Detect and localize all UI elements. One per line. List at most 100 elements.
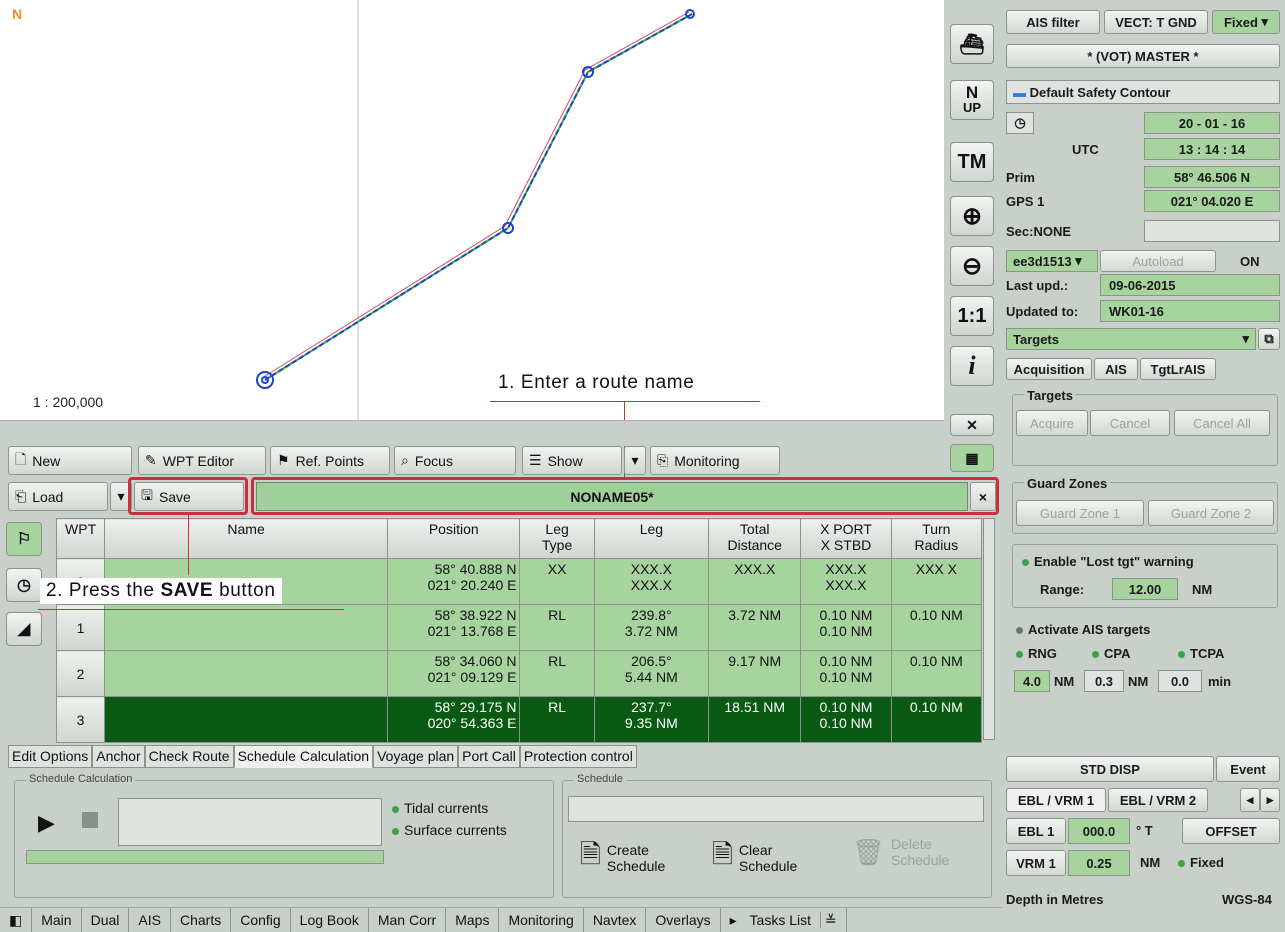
wpt-turn-radius[interactable]: 0.10 NM (890, 650, 983, 697)
std-disp-button[interactable]: STD DISP (1006, 756, 1214, 782)
zoom-out-icon[interactable]: ⊖ (950, 246, 994, 286)
activate-ais-toggle[interactable]: Activate AIS targets (1016, 622, 1150, 637)
clear-schedule-button[interactable]: 🗎 Clear Schedule (712, 836, 797, 880)
panel-toggle-icon[interactable]: ◧ (0, 907, 33, 932)
bottom-tab-man-corr[interactable]: Man Corr (369, 907, 447, 932)
tab-acquisition[interactable]: Acquisition (1006, 358, 1092, 380)
play-icon[interactable]: ▶ (38, 810, 55, 836)
fixed-dropdown[interactable]: Fixed ▾ (1212, 10, 1280, 34)
wpt-turn-radius[interactable]: 0.10 NM (890, 604, 983, 651)
delete-schedule-button[interactable]: 🗑 Delete Schedule (852, 836, 949, 868)
clock-icon[interactable]: ◷ (1006, 112, 1034, 134)
create-schedule-button[interactable]: 🗎 Create Schedule (580, 836, 665, 880)
table-scrollbar[interactable] (983, 518, 995, 740)
close-panel-button[interactable]: ✕ (950, 414, 994, 436)
tab-edit-options[interactable]: Edit Options (8, 745, 93, 768)
wpt-position[interactable]: 58° 34.060 N 021° 09.129 E (387, 650, 521, 697)
wpt-leg-type[interactable]: XX (519, 558, 595, 605)
table-row[interactable]: 1 58° 38.922 N 021° 13.768 E RL 239.8° 3.7… (55, 604, 983, 651)
focus-button[interactable]: ⌕ Focus (394, 446, 516, 475)
show-button[interactable]: ☰ Show (522, 446, 622, 475)
load-button[interactable]: ⎗ Load (8, 482, 108, 511)
bottom-tab-tasks-list[interactable]: ▸ Tasks List ≚ (721, 907, 847, 932)
col-total-distance[interactable]: Total Distance (708, 518, 802, 559)
ais-filter-button[interactable]: AIS filter (1006, 10, 1100, 34)
lost-tgt-toggle[interactable]: Enable "Lost tgt" warning (1022, 554, 1194, 569)
vrm-input[interactable]: 0.25 (1068, 850, 1130, 876)
wpt-leg-type[interactable]: RL (519, 696, 595, 743)
wpt-xte[interactable]: 0.10 NM 0.10 NM (800, 650, 892, 697)
wpt-xte[interactable]: 0.10 NM 0.10 NM (800, 696, 892, 743)
bottom-tab-monitoring[interactable]: Monitoring (499, 907, 584, 932)
rng-toggle[interactable]: RNG (1016, 646, 1057, 661)
popout-icon[interactable]: ⧉ (1258, 328, 1280, 350)
table-row[interactable]: 2 58° 34.060 N 021° 09.129 E RL 206.5° 5.4… (55, 650, 983, 697)
zoom-in-icon[interactable]: ⊕ (950, 196, 994, 236)
new-button[interactable]: 🗋 New (8, 446, 132, 475)
col-leg-type[interactable]: Leg Type (519, 518, 595, 559)
wpt-position[interactable]: 58° 40.888 N 021° 20.240 E (387, 558, 521, 605)
one-to-one-button[interactable]: 1:1 (950, 296, 994, 336)
route-flag-icon[interactable]: ⚐ (6, 522, 42, 556)
col-position[interactable]: Position (387, 518, 521, 559)
table-row-selected[interactable]: 3 58° 29.175 N 020° 54.363 E RL 237.7° 9.3… (55, 696, 983, 743)
event-button[interactable]: Event (1216, 756, 1280, 782)
tab-voyage-plan[interactable]: Voyage plan (373, 745, 459, 768)
cpa-toggle[interactable]: CPA (1092, 646, 1130, 661)
tab-scroll-right-icon[interactable]: ▸ (1260, 788, 1280, 812)
tab-check-route[interactable]: Check Route (144, 745, 234, 768)
wpt-leg-type[interactable]: RL (519, 650, 595, 697)
wpt-turn-radius[interactable]: 0.10 NM (890, 696, 983, 743)
wpt-name[interactable] (104, 696, 389, 743)
chart-area[interactable]: N 1 : 200,000 (0, 0, 944, 420)
wpt-xte[interactable]: XXX.X XXX.X (800, 558, 892, 605)
cancel-button[interactable]: Cancel (1090, 410, 1170, 436)
vrm1-button[interactable]: VRM 1 (1006, 850, 1066, 876)
safety-contour-dropdown[interactable]: ▬ Default Safety Contour (1006, 80, 1280, 104)
ref-points-button[interactable]: ⚑ Ref. Points (270, 446, 390, 475)
info-button[interactable]: i (950, 346, 994, 386)
targets-dropdown[interactable]: Targets ▾ (1006, 328, 1256, 350)
tab-port-call[interactable]: Port Call (458, 745, 520, 768)
wpt-name[interactable] (104, 650, 389, 697)
tab-tgtlrais[interactable]: TgtLrAIS (1140, 358, 1216, 380)
bottom-tab-log-book[interactable]: Log Book (291, 907, 369, 932)
show-dropdown-arrow[interactable]: ▾ (624, 446, 646, 475)
wpt-editor-button[interactable]: ✎ WPT Editor (138, 446, 266, 475)
rng-input[interactable]: 4.0 (1014, 670, 1050, 692)
col-name[interactable]: Name (104, 518, 389, 559)
bottom-tab-maps[interactable]: Maps (446, 907, 500, 932)
monitoring-button[interactable]: ⎘ Monitoring (650, 446, 780, 475)
table-view-icon[interactable]: ▦ (950, 444, 994, 472)
autoload-button[interactable]: Autoload (1100, 250, 1216, 272)
col-leg[interactable]: Leg (593, 518, 710, 559)
offset-button[interactable]: OFFSET (1182, 818, 1280, 844)
tcpa-input[interactable]: 0.0 (1158, 670, 1202, 692)
tab-ebl-vrm-2[interactable]: EBL / VRM 2 (1108, 788, 1208, 812)
bottom-tab-charts[interactable]: Charts (171, 907, 232, 932)
bottom-tab-dual[interactable]: Dual (82, 907, 130, 932)
true-motion-button[interactable]: TM (950, 142, 994, 182)
tab-schedule-calculation[interactable]: Schedule Calculation (233, 745, 374, 768)
wpt-position[interactable]: 58° 38.922 N 021° 13.768 E (387, 604, 521, 651)
tab-anchor[interactable]: Anchor (92, 745, 145, 768)
vrm-fixed-toggle[interactable]: Fixed (1178, 855, 1224, 870)
schedule-clock-icon[interactable]: ◷ (6, 568, 42, 602)
north-up-button[interactable]: N UP (950, 80, 994, 120)
tidal-currents-option[interactable]: Tidal currents (392, 800, 488, 816)
wpt-turn-radius[interactable]: XXX X (890, 558, 983, 605)
ebl1-button[interactable]: EBL 1 (1006, 818, 1066, 844)
col-wpt[interactable]: WPT (55, 518, 106, 559)
master-dropdown[interactable]: * (VOT) MASTER * (1006, 44, 1280, 68)
bottom-tab-config[interactable]: Config (231, 907, 291, 932)
chart-id-dropdown[interactable]: ee3d1513 ▾ (1006, 250, 1098, 272)
stop-icon[interactable] (82, 812, 98, 828)
wpt-position[interactable]: 58° 29.175 N 020° 54.363 E (387, 696, 521, 743)
guard-zone-2-button[interactable]: Guard Zone 2 (1148, 500, 1274, 526)
surface-currents-option[interactable]: Surface currents (392, 822, 507, 838)
vector-button[interactable]: VECT: T GND (1104, 10, 1208, 34)
tab-ais[interactable]: AIS (1094, 358, 1138, 380)
tab-scroll-left-icon[interactable]: ◂ (1240, 788, 1260, 812)
tab-ebl-vrm-1[interactable]: EBL / VRM 1 (1006, 788, 1106, 812)
wpt-name[interactable] (104, 604, 389, 651)
